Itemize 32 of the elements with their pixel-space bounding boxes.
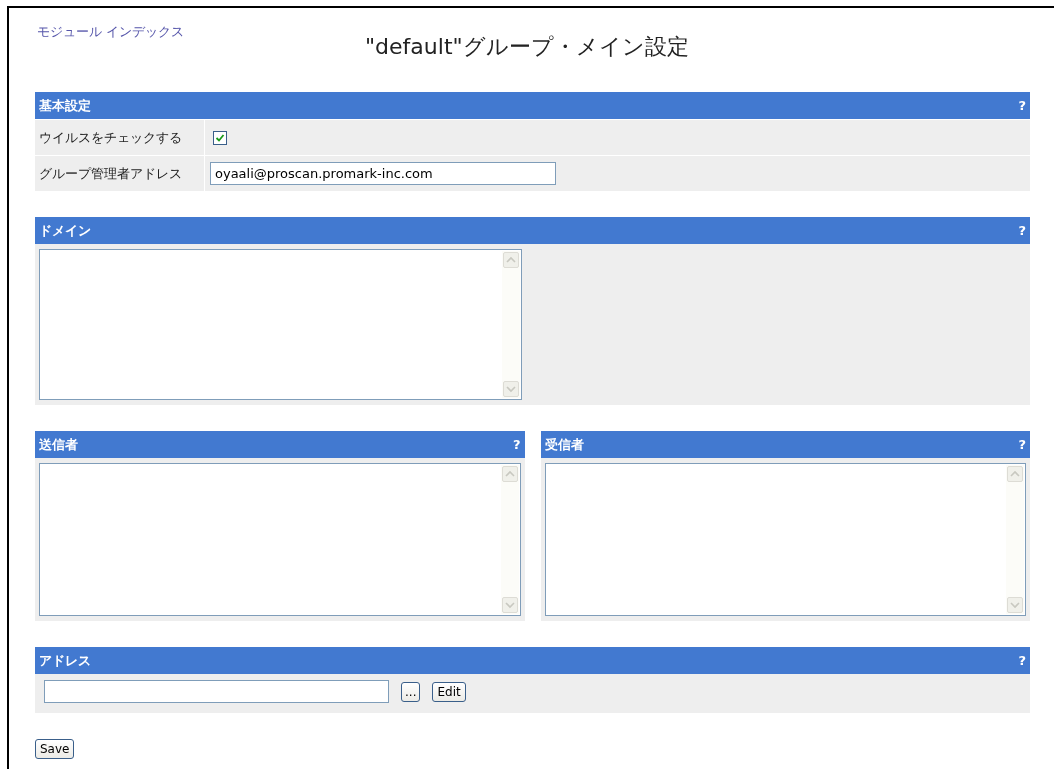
help-link[interactable]: ? — [1018, 653, 1026, 668]
section-title: 受信者 — [544, 435, 584, 454]
help-link[interactable]: ? — [1018, 437, 1026, 452]
scrollbar[interactable] — [500, 465, 519, 614]
help-link[interactable]: ? — [1018, 223, 1026, 238]
list-text-area[interactable] — [39, 463, 521, 616]
field-label: グループ管理者アドレス — [35, 156, 205, 191]
scroll-down-icon[interactable] — [1007, 597, 1023, 613]
list-text-area[interactable] — [544, 463, 1026, 616]
scroll-down-icon[interactable] — [501, 597, 518, 613]
checkbox[interactable] — [213, 130, 227, 145]
scroll-up-icon[interactable] — [501, 466, 518, 482]
scroll-up-icon[interactable] — [1007, 466, 1023, 482]
save-button[interactable]: Save — [35, 739, 75, 759]
scroll-down-icon[interactable] — [503, 381, 519, 397]
scroll-up-icon[interactable] — [503, 252, 519, 268]
scrollbar[interactable] — [1006, 465, 1024, 614]
section-title: 基本設定 — [39, 96, 91, 115]
help-link[interactable]: ? — [1018, 98, 1026, 113]
email-field[interactable]: oyaali@proscan.promark-inc.com — [210, 162, 556, 185]
field-label: ウイルスをチェックする — [35, 120, 205, 155]
domain-text-area[interactable] — [39, 249, 522, 400]
module-index-link[interactable]: モジュール インデックス — [35, 26, 187, 38]
browse-button[interactable]: ... — [401, 681, 421, 702]
page-heading: "default"グループ・メイン設定 — [365, 33, 689, 61]
section-title: ドメイン — [39, 221, 91, 240]
edit-button[interactable]: Edit — [432, 681, 466, 702]
section-title: アドレス — [39, 651, 91, 670]
scrollbar[interactable] — [502, 251, 520, 398]
section-title: 送信者 — [39, 435, 78, 454]
help-link[interactable]: ? — [512, 437, 521, 452]
address-field[interactable] — [44, 680, 389, 703]
